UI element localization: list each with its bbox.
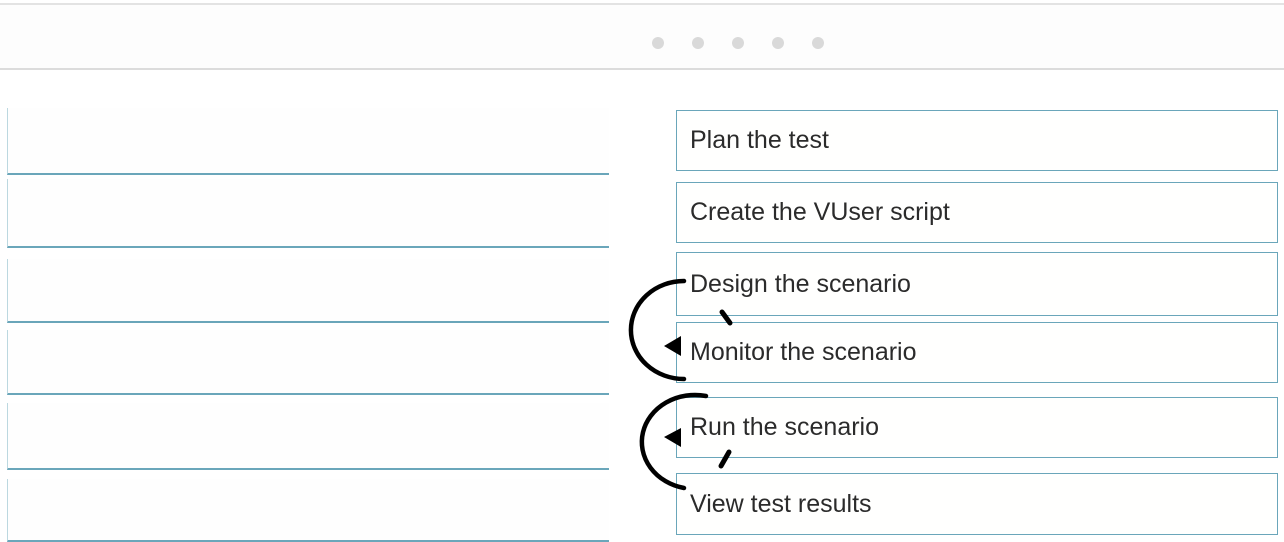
answer-slot-3[interactable] bbox=[7, 259, 609, 323]
answer-slot-4[interactable] bbox=[7, 330, 609, 395]
option-create-vuser-script[interactable]: Create the VUser script bbox=[676, 182, 1278, 243]
option-run-the-scenario[interactable]: Run the scenario bbox=[676, 397, 1278, 458]
option-design-the-scenario[interactable]: Design the scenario bbox=[676, 252, 1278, 316]
header-bar bbox=[0, 5, 1284, 68]
header-divider bbox=[0, 68, 1284, 70]
page-dot-3[interactable] bbox=[732, 37, 744, 49]
answer-slot-1[interactable] bbox=[7, 108, 609, 175]
page-dot-2[interactable] bbox=[692, 37, 704, 49]
option-view-test-results[interactable]: View test results bbox=[676, 473, 1278, 535]
answer-slot-5[interactable] bbox=[7, 403, 609, 470]
page-dot-4[interactable] bbox=[772, 37, 784, 49]
option-plan-the-test[interactable]: Plan the test bbox=[676, 110, 1278, 171]
option-monitor-the-scenario[interactable]: Monitor the scenario bbox=[676, 322, 1278, 383]
page-dot-1[interactable] bbox=[652, 37, 664, 49]
answer-slot-2[interactable] bbox=[7, 179, 609, 248]
answer-slot-6[interactable] bbox=[7, 479, 609, 542]
page-indicator bbox=[652, 37, 824, 49]
page-dot-5[interactable] bbox=[812, 37, 824, 49]
